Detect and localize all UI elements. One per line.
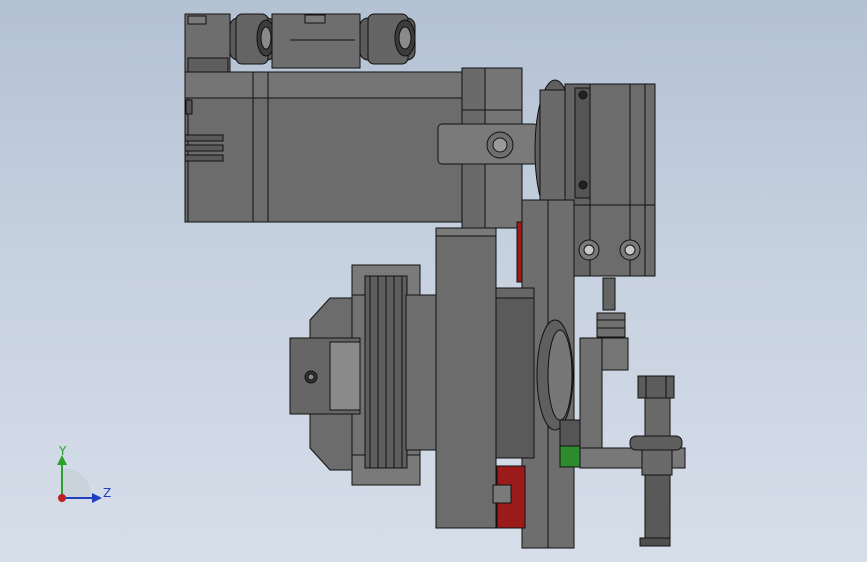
z-axis-label: Z <box>103 486 111 500</box>
x-axis-point <box>58 494 66 502</box>
y-axis-label: Y <box>58 444 67 458</box>
arrow-right-icon <box>92 493 102 503</box>
view-orientation-triad[interactable]: Y Z <box>0 0 867 562</box>
cad-viewport[interactable]: Y Z <box>0 0 867 562</box>
triad-plane-marker <box>62 468 92 498</box>
